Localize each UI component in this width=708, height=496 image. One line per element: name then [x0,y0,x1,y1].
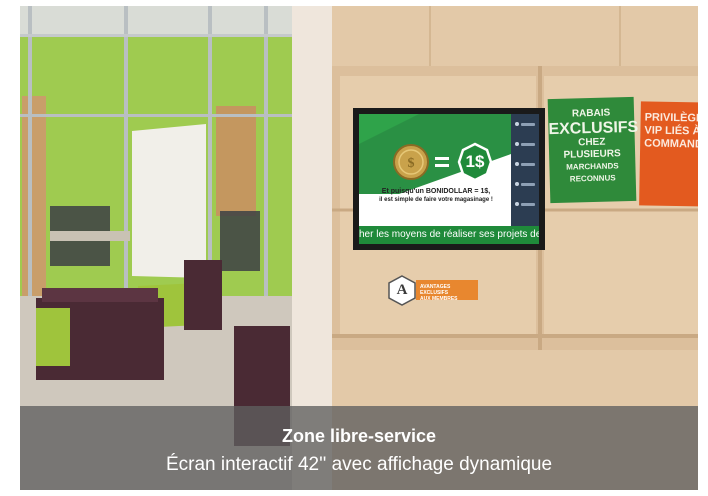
sign-orange-line3: COMMANDITES [644,137,698,151]
caption-overlay: Zone libre-service Écran interactif 42''… [20,406,698,490]
screen-ticker: her les moyens de réaliser ses projets d… [359,226,539,244]
sign-green-line4: MARCHANDS RECONNUS [566,161,619,184]
sign-green-line2: EXCLUSIFS [548,118,639,139]
sign-vip-privileges: PRIVILÈGES VIP LIÉS À NOS COMMANDITES [639,101,698,207]
sign-green-line3: CHEZ PLUSIEURS [563,136,621,161]
svg-text:$: $ [408,156,415,171]
caption-title: Zone libre-service [281,426,437,446]
couch-purple-back [184,260,222,330]
badge-letter: A [396,282,408,298]
badge-label-line1: AVANTAGES EXCLUSIFS [420,284,451,296]
sign-exclusive-discounts: RABAIS EXCLUSIFS CHEZ PLUSIEURS MARCHAND… [547,96,639,204]
screen-tagline-line1: Et puisqu'un BONIDOLLAR = 1$, [381,188,491,195]
window-blind-left [22,96,46,296]
screen-tagline-line2: il est simple de faire votre magasinage … [379,197,493,203]
badge-label: AVANTAGES EXCLUSIFS AUX MEMBRES [416,280,478,302]
image-frame: $ 1$ Et puisqu'un BONIDOLLAR = 1$, il es… [0,0,708,496]
white-partition [132,124,206,278]
window-blind-right [216,106,256,216]
badge-label-line2: AUX MEMBRES [420,296,458,302]
screen-one-dollar: 1$ [465,152,485,171]
branch-interior-photo: $ 1$ Et puisqu'un BONIDOLLAR = 1$, il es… [20,6,698,490]
tv-screen: $ 1$ Et puisqu'un BONIDOLLAR = 1$, il es… [359,114,539,244]
screen-side-menu [511,114,539,226]
caption-subtitle: Écran interactif 42'' avec affichage dyn… [165,454,553,475]
screen-tagline: Et puisqu'un BONIDOLLAR = 1$, il est sim… [361,187,511,205]
glass-frame [28,6,32,306]
